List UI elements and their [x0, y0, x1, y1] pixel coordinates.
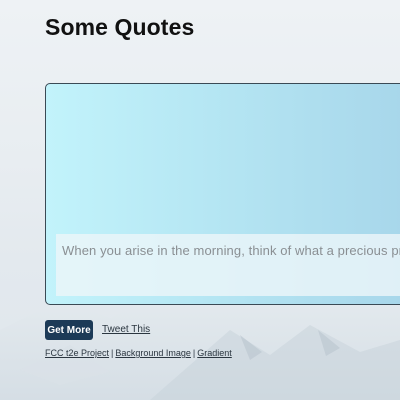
page-title: Some Quotes — [45, 14, 195, 40]
quote-card: When you arise in the morning, think of … — [45, 83, 400, 305]
footer-link-project[interactable]: FCC t2e Project — [45, 348, 109, 358]
footer-separator: | — [111, 348, 114, 358]
get-more-button[interactable]: Get More — [45, 320, 93, 340]
quote-text-strip: When you arise in the morning, think of … — [56, 234, 400, 296]
tweet-this-link[interactable]: Tweet This — [102, 324, 150, 335]
footer-separator: | — [192, 348, 196, 358]
page: Some Quotes When you arise in the mornin… — [0, 0, 400, 400]
footer-link-background-image[interactable]: Background Image — [115, 348, 191, 358]
quote-text: When you arise in the morning, think of … — [62, 243, 400, 258]
footer-link-gradient[interactable]: Gradient — [197, 348, 232, 358]
footer-links: FCC t2e Project | Background Image | Gradien… — [45, 348, 232, 358]
